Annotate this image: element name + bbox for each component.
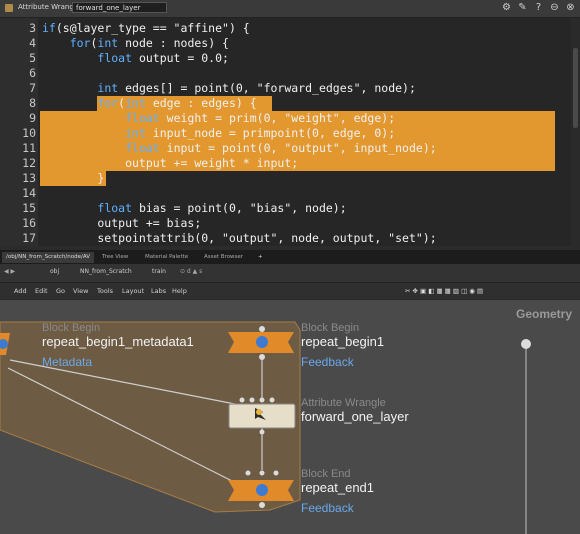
node-name: repeat_end1	[301, 480, 375, 495]
code-text: for(int node : nodes) {	[69, 36, 229, 50]
menu-bar: Add Edit Go View Tools Layout Labs Help …	[0, 283, 580, 299]
path-train[interactable]: train	[152, 268, 166, 275]
help-icon[interactable]: ?	[533, 2, 544, 13]
editor-scrollbar[interactable]	[571, 18, 580, 246]
code-line[interactable]: 5 float output = 0.0;	[0, 51, 560, 66]
line-number: 10	[22, 126, 36, 140]
back-icon[interactable]: ◀ ▶	[4, 268, 15, 275]
line-number: 17	[22, 231, 36, 245]
node-name: Geometry	[516, 307, 573, 321]
line-number: 15	[22, 201, 36, 215]
line-number: 9	[29, 111, 36, 125]
node-name: forward_one_layer	[301, 409, 409, 424]
tab-network[interactable]: /obj/NN_from_Scratch/node/AV	[2, 252, 95, 263]
code-line[interactable]: 10 int input_node = primpoint(0, edge, 0…	[0, 126, 560, 141]
minimize-icon[interactable]: ⊖	[549, 2, 560, 13]
menu-edit[interactable]: Edit	[35, 287, 48, 295]
code-text: setpointattrib(0, "output", node, output…	[42, 231, 437, 245]
menu-layout[interactable]: Layout	[122, 287, 144, 295]
code-text: float weight = prim(0, "weight", edge);	[125, 111, 396, 125]
node-type: Block Begin	[301, 322, 360, 334]
code-line[interactable]: 15 float bias = point(0, "bias", node);	[0, 201, 560, 216]
code-text: output += weight * input;	[42, 156, 299, 170]
code-line[interactable]: 13 }	[0, 171, 560, 186]
node-geometry-label[interactable]: Geometry	[516, 307, 572, 321]
menu-labs[interactable]: Labs	[151, 287, 166, 295]
menu-tools[interactable]: Tools	[97, 287, 113, 295]
path-nn[interactable]: NN_from_Scratch	[80, 268, 132, 275]
node-type: Attribute Wrangle	[301, 397, 386, 409]
gear-icon[interactable]: ⚙	[501, 2, 512, 13]
line-number: 8	[29, 96, 36, 110]
wrangle-icon	[5, 4, 13, 12]
close-icon[interactable]: ⊗	[565, 2, 576, 13]
add-tab-icon[interactable]: +	[254, 252, 267, 263]
line-number: 16	[22, 216, 36, 230]
menu-go[interactable]: Go	[56, 287, 65, 295]
title-bar: Attribute Wrangle forward_one_layer ⚙ ✎ …	[0, 0, 580, 18]
line-number: 5	[29, 51, 36, 65]
pane-tab-bar: /obj/NN_from_Scratch/node/AV Tree View M…	[0, 250, 580, 264]
network-view[interactable]: Block Begin repeat_begin1_metadata1 Meta…	[0, 300, 580, 534]
code-text: float bias = point(0, "bias", node);	[97, 201, 347, 215]
code-text: if(s@layer_type == "affine") {	[42, 21, 250, 35]
node-tag: Feedback	[301, 355, 354, 369]
line-number: 14	[22, 186, 36, 200]
code-text: for(int edge : edges) {	[97, 96, 257, 110]
node-type: Block Begin	[42, 322, 101, 334]
menu-add[interactable]: Add	[14, 287, 27, 295]
code-line[interactable]: 17 setpointattrib(0, "output", node, out…	[0, 231, 560, 246]
code-line[interactable]: 9 float weight = prim(0, "weight", edge)…	[0, 111, 560, 126]
code-text: int input_node = primpoint(0, edge, 0);	[125, 126, 396, 140]
tools-icons[interactable]: ✂ ✥ ▣ ◧ ▦ ▦ ▨ ◫ ◉ ▤	[405, 287, 483, 295]
line-number: 4	[29, 36, 36, 50]
code-line[interactable]: 8 for(int edge : edges) {	[0, 96, 560, 111]
code-line[interactable]: 16 output += bias;	[0, 216, 560, 231]
code-line[interactable]: 7 int edges[] = point(0, "forward_edges"…	[0, 81, 560, 96]
line-number: 3	[29, 21, 36, 35]
code-text: float output = 0.0;	[97, 51, 229, 65]
menu-help[interactable]: Help	[172, 287, 187, 295]
code-line[interactable]: 6	[0, 66, 560, 81]
node-end-label[interactable]: Block End repeat_end1 Feedback	[301, 468, 374, 515]
code-line[interactable]: 12 output += weight * input;	[0, 156, 560, 171]
node-type: Block End	[301, 468, 351, 480]
pencil-icon[interactable]: ✎	[517, 2, 528, 13]
code-line[interactable]: 14	[0, 186, 560, 201]
code-line[interactable]: 3 if(s@layer_type == "affine") {	[0, 21, 560, 36]
line-number: 11	[22, 141, 36, 155]
pin-icon[interactable]: ⊙ d ▲ s	[180, 268, 202, 275]
tab-material-palette[interactable]: Material Palette	[141, 252, 192, 263]
line-number: 12	[22, 156, 36, 170]
line-number: 7	[29, 81, 36, 95]
node-meta-label[interactable]: Block Begin repeat_begin1_metadata1 Meta…	[42, 322, 194, 369]
code-line[interactable]: 11 float input = point(0, "output", inpu…	[0, 141, 560, 156]
menu-view[interactable]: View	[73, 287, 88, 295]
node-name: repeat_begin1_metadata1	[42, 334, 194, 349]
tab-tree-view[interactable]: Tree View	[98, 252, 132, 263]
window-title: Attribute Wrangle	[18, 3, 81, 11]
code-text: output += bias;	[42, 216, 202, 230]
node-tag: Metadata	[42, 355, 93, 369]
line-number: 6	[29, 66, 36, 80]
line-number: 13	[22, 171, 36, 185]
node-tag: Feedback	[301, 501, 354, 515]
code-text: }	[42, 171, 105, 185]
code-text: int edges[] = point(0, "forward_edges", …	[97, 81, 416, 95]
code-text: float input = point(0, "output", input_n…	[125, 141, 437, 155]
node-begin-label[interactable]: Block Begin repeat_begin1 Feedback	[301, 322, 384, 369]
code-editor[interactable]: 3 if(s@layer_type == "affine") {4 for(int…	[0, 18, 580, 246]
node-wrangle-label[interactable]: Attribute Wrangle forward_one_layer	[301, 397, 409, 424]
node-name: repeat_begin1	[301, 334, 385, 349]
code-line[interactable]: 4 for(int node : nodes) {	[0, 36, 560, 51]
node-name-field[interactable]: forward_one_layer	[72, 2, 167, 13]
tab-asset-browser[interactable]: Asset Browser	[200, 252, 247, 263]
path-bar: ◀ ▶ obj NN_from_Scratch train ⊙ d ▲ s	[0, 264, 580, 283]
path-obj[interactable]: obj	[50, 268, 59, 275]
